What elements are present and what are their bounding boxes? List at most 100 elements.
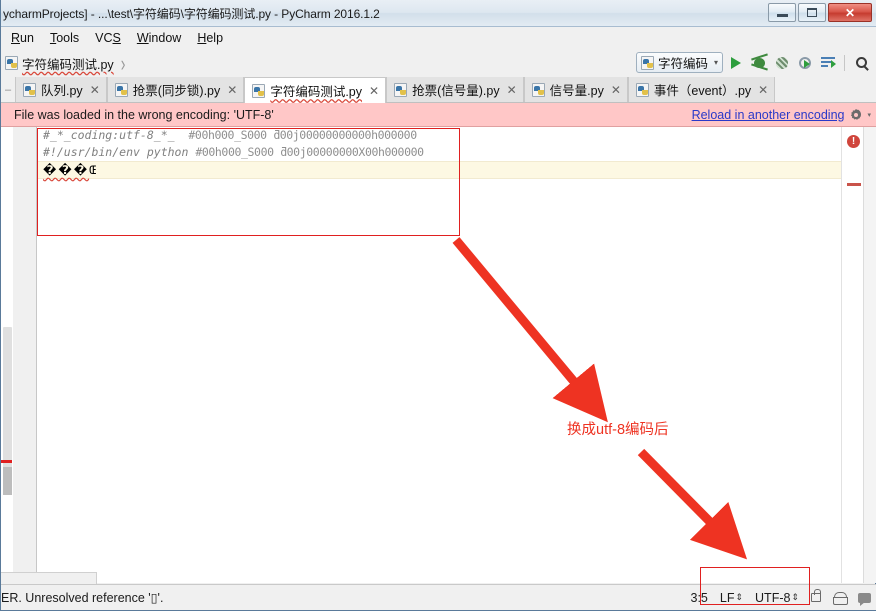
pycharm-window: ycharmProjects] - ...\test\字符编码\字符编码测试.p… <box>0 0 876 611</box>
replacement-characters: ��� <box>43 163 90 177</box>
editor-tab-4[interactable]: 信号量.py ✕ <box>523 77 628 102</box>
profile-button[interactable] <box>795 53 815 73</box>
menu-item-window[interactable]: Window <box>129 29 189 47</box>
tab-scroll-left[interactable]: – <box>1 77 15 102</box>
editor-area: #_*_coding:utf-8_*_ #00h000_S000 ƌ00j000… <box>1 127 876 583</box>
code-line-2-mojibake: #00h000_S000 ƌ00j00000000X00h000000 <box>195 145 424 159</box>
run-configuration-label: 字符编码 <box>657 57 708 71</box>
annotation-label: 换成utf-8编码后 <box>567 422 669 438</box>
tab-close-icon[interactable]: ✕ <box>611 83 621 97</box>
minimize-icon <box>776 14 788 17</box>
breadcrumb[interactable]: 字符编码测试.py › <box>5 50 125 76</box>
code-line-1: #_*_coding:utf-8_*_ #00h000_S000 ƌ00j000… <box>38 127 841 144</box>
python-file-icon <box>5 56 18 70</box>
minimize-button[interactable] <box>768 3 796 22</box>
line-separator-label: LF <box>719 590 735 605</box>
breadcrumb-separator: › <box>120 50 126 76</box>
editor-tab-5[interactable]: 事件（event）.py ✕ <box>627 77 776 102</box>
code-line-1-prefix: #_*_coding:utf-8_*_ <box>43 128 189 142</box>
menu-bar: Run Tools VCS Window Help <box>1 27 876 49</box>
profile-icon <box>799 56 811 69</box>
status-bar: ER. Unresolved reference '▯'. 3:5 LF ⇕ U… <box>1 584 876 610</box>
encoding-label: UTF-8 <box>755 590 791 605</box>
window-controls: ✕ <box>768 3 872 22</box>
title-bar: ycharmProjects] - ...\test\字符编码\字符编码测试.p… <box>1 0 876 27</box>
tab-close-icon[interactable]: ✕ <box>90 83 100 97</box>
python-file-icon <box>114 82 128 97</box>
tab-label: 字符编码测试.py <box>270 85 363 99</box>
tab-label: 抢票(同步锁).py <box>132 84 221 98</box>
coverage-button[interactable] <box>772 53 792 73</box>
editor-tab-0[interactable]: 队列.py ✕ <box>15 77 107 102</box>
close-icon: ✕ <box>844 5 856 20</box>
coverage-icon <box>776 56 788 69</box>
search-icon <box>855 57 867 68</box>
editor-tab-bar: – 队列.py ✕ 抢票(同步锁).py ✕ 字符编码测试.py ✕ 抢票(信号… <box>1 77 876 103</box>
debug-icon <box>753 57 765 68</box>
project-scrollbar-thumb[interactable] <box>3 467 12 495</box>
chevron-down-icon: ▾ <box>713 58 718 67</box>
left-tool-strip <box>1 127 13 583</box>
menu-item-run[interactable]: Run <box>3 29 42 47</box>
menu-item-vcs[interactable]: VCS <box>87 29 129 47</box>
lock-icon[interactable] <box>811 589 821 602</box>
edit-configurations-button[interactable] <box>818 53 838 73</box>
editor-tab-3[interactable]: 抢票(信号量).py ✕ <box>386 77 524 102</box>
error-stripe-gutter[interactable]: ! <box>841 127 863 583</box>
error-badge-icon[interactable]: ! <box>847 135 860 148</box>
tab-close-icon[interactable]: ✕ <box>507 83 517 97</box>
close-button[interactable]: ✕ <box>828 3 872 22</box>
tab-label: 事件（event）.py <box>653 84 752 98</box>
tab-label: 队列.py <box>41 84 83 98</box>
tab-close-icon[interactable]: ✕ <box>758 83 768 97</box>
updown-icon: ⇕ <box>735 592 744 602</box>
chevron-down-icon[interactable]: ▾ <box>867 111 871 119</box>
project-scrollbar-track[interactable] <box>3 327 12 487</box>
python-file-icon <box>394 82 408 97</box>
run-icon <box>731 56 741 69</box>
window-title: ycharmProjects] - ...\test\字符编码\字符编码测试.p… <box>3 6 380 21</box>
caret-position-widget[interactable]: 3:5 <box>691 591 708 605</box>
code-line-3-caret: ���Œ <box>38 161 841 179</box>
python-file-icon <box>635 82 649 97</box>
menu-item-help[interactable]: Help <box>189 29 231 47</box>
notification-message: File was loaded in the wrong encoding: '… <box>14 107 274 122</box>
editor-scrollbar[interactable] <box>863 127 876 583</box>
notification-actions: Reload in another encoding ▾ <box>692 108 871 122</box>
search-everywhere-button[interactable] <box>851 53 871 73</box>
tab-close-icon[interactable]: ✕ <box>369 84 379 98</box>
run-button[interactable] <box>726 53 746 73</box>
editor-gutter[interactable] <box>13 127 37 583</box>
tab-label: 抢票(信号量).py <box>412 84 500 98</box>
maximize-icon <box>807 8 817 17</box>
encoding-widget[interactable]: UTF-8 ⇕ <box>755 591 799 605</box>
line-separator-widget[interactable]: LF ⇕ <box>720 591 743 605</box>
editor-tab-1[interactable]: 抢票(同步锁).py ✕ <box>106 77 245 102</box>
code-line-3-trailing: Œ <box>89 163 97 177</box>
editor-tab-2-active[interactable]: 字符编码测试.py ✕ <box>244 77 387 103</box>
hector-icon[interactable] <box>833 591 848 605</box>
tab-close-icon[interactable]: ✕ <box>227 83 237 97</box>
encoding-notification-bar: File was loaded in the wrong encoding: '… <box>1 103 876 127</box>
python-file-icon <box>531 82 545 97</box>
error-stripe-mark <box>1 460 12 463</box>
error-stripe-mark[interactable] <box>847 183 861 186</box>
menu-item-tools[interactable]: Tools <box>42 29 87 47</box>
status-message: ER. Unresolved reference '▯'. <box>1 591 164 605</box>
breadcrumb-label: 字符编码测试.py <box>22 57 114 72</box>
code-editor[interactable]: #_*_coding:utf-8_*_ #00h000_S000 ƌ00j000… <box>38 127 841 583</box>
code-line-1-mojibake: #00h000_S000 ƌ00j00000000000h000000 <box>188 128 417 142</box>
main-toolbar: 字符编码 ▾ <box>635 52 871 73</box>
run-configuration-selector[interactable]: 字符编码 ▾ <box>635 52 723 73</box>
updown-icon: ⇕ <box>791 592 799 602</box>
debug-button[interactable] <box>749 53 769 73</box>
code-line-2: #!/usr/bin/env python #00h000_S000 ƌ00j0… <box>38 144 841 161</box>
toolbar-divider <box>844 54 845 71</box>
status-bar-widgets: 3:5 LF ⇕ UTF-8 ⇕ <box>691 589 871 606</box>
gear-icon[interactable] <box>849 108 862 121</box>
maximize-button[interactable] <box>798 3 826 22</box>
tab-label: 信号量.py <box>549 84 604 98</box>
reload-in-another-encoding-link[interactable]: Reload in another encoding <box>692 108 845 122</box>
python-file-icon <box>252 83 266 98</box>
notifications-icon[interactable] <box>858 592 871 606</box>
